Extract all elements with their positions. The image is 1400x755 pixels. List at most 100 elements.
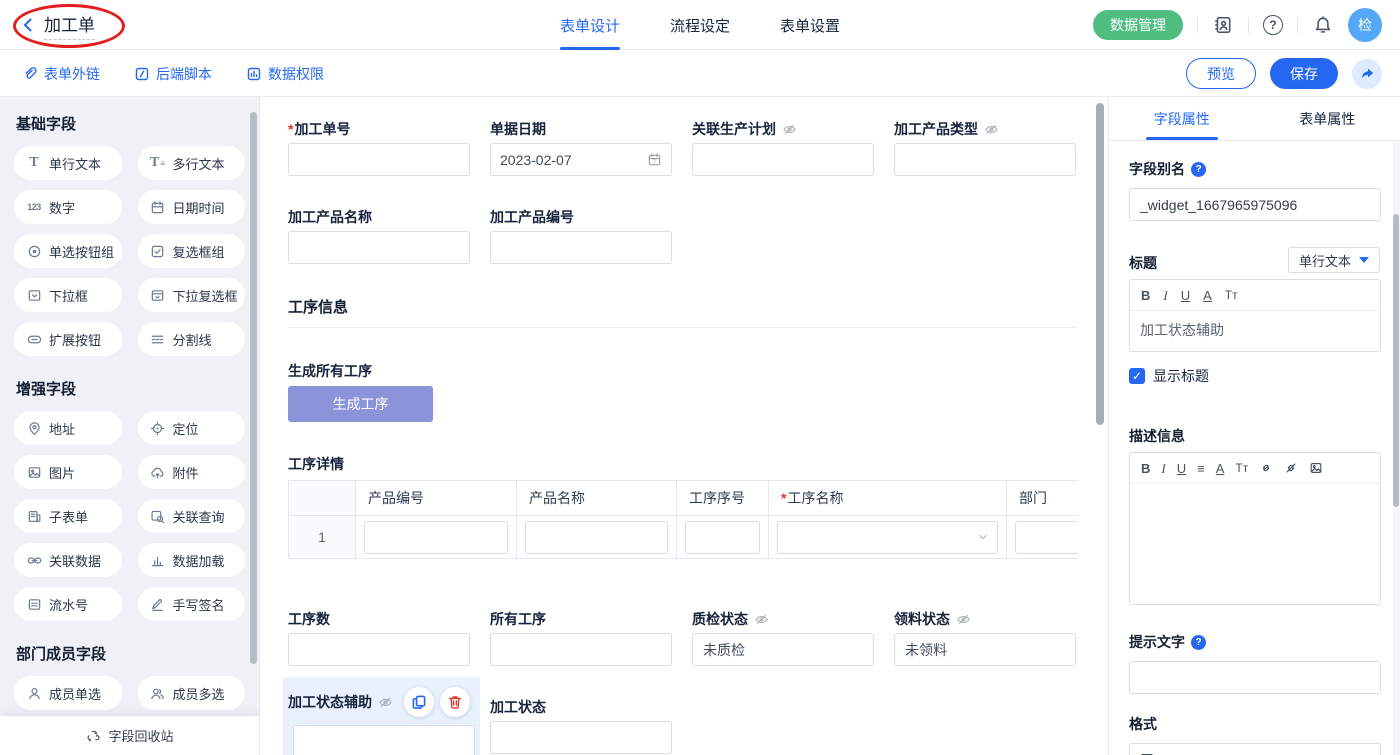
order-no-input[interactable]: [288, 143, 470, 176]
underline-tool[interactable]: U: [1177, 462, 1186, 475]
cell-department-input[interactable]: [1015, 521, 1078, 554]
cell-product-no-input[interactable]: [364, 521, 508, 554]
field-type-image[interactable]: 图片: [14, 455, 122, 489]
title-editor-content[interactable]: 加工状态辅助: [1130, 311, 1380, 351]
cell-process-name-select[interactable]: [777, 521, 998, 554]
copy-field-button[interactable]: [404, 687, 434, 717]
panel-scrollbar[interactable]: [1393, 214, 1399, 507]
date-input[interactable]: 2023-02-07 7: [490, 143, 672, 176]
field-type-multi-select[interactable]: 下拉复选框: [138, 278, 246, 312]
field-type-checkbox-group[interactable]: 复选框组: [138, 234, 246, 268]
cell-product-name-input[interactable]: [525, 521, 668, 554]
back-title-group[interactable]: 加工单: [20, 0, 95, 50]
form-external-link[interactable]: 表单外链: [22, 64, 100, 84]
delete-field-button[interactable]: [440, 687, 470, 717]
field-process-status[interactable]: 加工状态: [490, 677, 672, 755]
production-plan-input[interactable]: [692, 143, 874, 176]
field-product-no[interactable]: 加工产品编号: [490, 207, 672, 264]
field-product-type[interactable]: 加工产品类型: [894, 119, 1076, 176]
hint-input[interactable]: [1129, 661, 1381, 694]
description-editor-content[interactable]: [1130, 484, 1380, 604]
bold-tool[interactable]: B: [1141, 289, 1150, 302]
status-helper-input[interactable]: [293, 725, 475, 755]
field-generate-all[interactable]: 生成所有工序 生成工序: [288, 361, 1080, 422]
field-type-subform[interactable]: 子表单: [14, 499, 122, 533]
tab-form-setting[interactable]: 表单设置: [780, 0, 840, 50]
field-type-address[interactable]: 地址: [14, 411, 122, 445]
process-count-input[interactable]: [288, 633, 470, 666]
field-type-divider-line[interactable]: 分割线: [138, 322, 246, 356]
font-size-tool[interactable]: Tᴛ: [1225, 289, 1238, 301]
field-type-signature[interactable]: 手写签名: [138, 587, 246, 621]
insert-image-icon[interactable]: [1309, 461, 1323, 475]
field-process-detail-subform[interactable]: 工序详情 产品编号 产品名称 工序序号 工序名称 部门 1: [288, 454, 1080, 559]
product-no-input[interactable]: [490, 231, 672, 264]
material-status-input[interactable]: [894, 633, 1076, 666]
field-process-count[interactable]: 工序数: [288, 609, 470, 666]
generate-process-button[interactable]: 生成工序: [288, 386, 433, 422]
field-type-number[interactable]: 123数字: [14, 190, 122, 224]
field-qc-status[interactable]: 质检状态: [692, 609, 874, 666]
font-size-tool[interactable]: Tᴛ: [1235, 462, 1248, 474]
tab-form-properties[interactable]: 表单属性: [1255, 97, 1400, 140]
field-production-plan[interactable]: 关联生产计划: [692, 119, 874, 176]
field-type-dropdown[interactable]: 单行文本: [1288, 247, 1380, 273]
underline-tool[interactable]: U: [1181, 289, 1190, 302]
field-type-select[interactable]: 下拉框: [14, 278, 122, 312]
field-order-no[interactable]: 加工单号: [288, 119, 470, 176]
backend-script-link[interactable]: 后端脚本: [134, 64, 212, 84]
canvas-scrollbar[interactable]: [1096, 103, 1104, 425]
user-avatar[interactable]: 检: [1348, 8, 1382, 42]
field-type-serial-number[interactable]: 流水号: [14, 587, 122, 621]
tab-form-design[interactable]: 表单设计: [560, 0, 620, 50]
italic-tool[interactable]: I: [1163, 289, 1167, 302]
font-color-tool[interactable]: A: [1203, 289, 1212, 302]
alias-input[interactable]: [1129, 188, 1381, 221]
font-color-tool[interactable]: A: [1216, 462, 1225, 475]
data-permission-link[interactable]: 数据权限: [246, 64, 324, 84]
tab-field-properties[interactable]: 字段属性: [1109, 97, 1255, 140]
cell-process-seq-input[interactable]: [685, 521, 760, 554]
insert-link-icon[interactable]: [1259, 461, 1273, 475]
field-type-data-load[interactable]: 数据加载: [138, 543, 246, 577]
preview-button[interactable]: 预览: [1186, 58, 1256, 89]
italic-tool[interactable]: I: [1161, 462, 1165, 475]
field-type-linked-data[interactable]: 关联数据: [14, 543, 122, 577]
field-type-datetime[interactable]: 日期时间: [138, 190, 246, 224]
show-title-checkbox-row[interactable]: ✓ 显示标题: [1129, 366, 1380, 386]
field-material-status[interactable]: 领料状态: [894, 609, 1076, 666]
product-name-input[interactable]: [288, 231, 470, 264]
field-doc-date[interactable]: 单据日期 2023-02-07 7: [490, 119, 672, 176]
bold-tool[interactable]: B: [1141, 462, 1150, 475]
show-title-checkbox[interactable]: ✓: [1129, 368, 1145, 384]
qc-status-input[interactable]: [692, 633, 874, 666]
field-type-multi-line-text[interactable]: T≡多行文本: [138, 146, 246, 180]
field-type-location[interactable]: 定位: [138, 411, 246, 445]
bell-icon[interactable]: [1312, 14, 1334, 36]
field-type-member-multi[interactable]: 成员多选: [138, 676, 246, 710]
help-icon[interactable]: ?: [1263, 15, 1283, 35]
tab-flow-setting[interactable]: 流程设定: [670, 0, 730, 50]
align-tool[interactable]: ≡: [1197, 462, 1205, 475]
data-manage-button[interactable]: 数据管理: [1093, 10, 1183, 40]
field-product-name[interactable]: 加工产品名称: [288, 207, 470, 264]
contact-book-icon[interactable]: [1212, 14, 1234, 36]
product-type-input[interactable]: [894, 143, 1076, 176]
format-select[interactable]: 无: [1129, 743, 1381, 755]
all-process-input[interactable]: [490, 633, 672, 666]
field-type-radio-group[interactable]: 单选按钮组: [14, 234, 122, 268]
sidebar-scrollbar[interactable]: [250, 112, 257, 664]
selected-field-status-helper[interactable]: 加工状态辅助: [283, 677, 480, 755]
field-type-single-line-text[interactable]: T单行文本: [14, 146, 122, 180]
field-type-linked-query[interactable]: 关联查询: [138, 499, 246, 533]
field-type-extended-button[interactable]: 扩展按钮: [14, 322, 122, 356]
field-type-member-single[interactable]: 成员单选: [14, 676, 122, 710]
remove-link-icon[interactable]: [1284, 461, 1298, 475]
process-info-section[interactable]: 工序信息: [288, 296, 1080, 328]
back-chevron-icon[interactable]: [20, 17, 36, 33]
field-type-attachment[interactable]: 附件: [138, 455, 246, 489]
process-status-input[interactable]: [490, 721, 672, 754]
alias-help-icon[interactable]: ?: [1191, 162, 1206, 177]
hint-help-icon[interactable]: ?: [1191, 635, 1206, 650]
field-all-process[interactable]: 所有工序: [490, 609, 672, 666]
